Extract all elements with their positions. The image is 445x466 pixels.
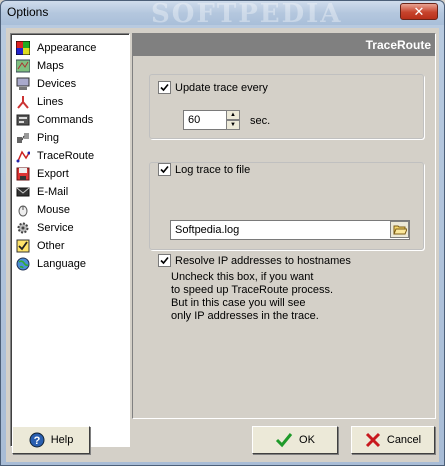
log-trace-checkbox[interactable]: Log trace to file — [158, 163, 250, 176]
checkmark-icon — [275, 432, 293, 448]
title-bar[interactable]: Options SOFTPEDIA ✕ — [1, 0, 444, 29]
ok-button[interactable]: OK — [252, 426, 338, 454]
nav-item-label: TraceRoute — [37, 150, 95, 162]
note-line: to speed up TraceRoute process. — [171, 284, 334, 296]
email-icon — [15, 184, 31, 200]
nav-item-lines[interactable]: Lines — [15, 93, 63, 111]
service-icon — [15, 220, 31, 236]
traceroute-icon — [15, 148, 31, 164]
nav-item-label: Commands — [37, 114, 94, 126]
checkmark-icon — [160, 256, 169, 265]
resolve-ip-checkbox[interactable]: Resolve IP addresses to hostnames — [158, 254, 351, 267]
nav-item-label: Ping — [37, 132, 60, 144]
log-file-path-input[interactable]: Softpedia.log — [170, 220, 410, 240]
dialog-client: Appearance Maps Devices Lines Commands P… — [6, 28, 439, 462]
nav-item-ping[interactable]: Ping — [15, 129, 59, 147]
nav-item-language[interactable]: Language — [15, 255, 86, 273]
note-line: But in this case you will see — [171, 297, 306, 309]
nav-item-appearance[interactable]: Appearance — [15, 39, 96, 57]
nav-item-service[interactable]: Service — [15, 219, 74, 237]
nav-item-email[interactable]: E-Mail — [15, 183, 68, 201]
close-icon: ✕ — [413, 4, 425, 19]
update-interval-stepper[interactable]: 60 ▲ ▼ — [183, 110, 243, 130]
nav-item-label: Other — [37, 240, 65, 252]
category-list[interactable]: Appearance Maps Devices Lines Commands P… — [10, 33, 130, 447]
nav-item-label: Maps — [37, 60, 64, 72]
language-icon — [15, 256, 31, 272]
folder-open-icon — [392, 225, 407, 234]
mouse-icon — [15, 202, 31, 218]
options-window: Options SOFTPEDIA ✕ Appearance Maps Devi… — [0, 0, 445, 466]
log-trace-label: Log trace to file — [175, 163, 251, 176]
update-interval-input[interactable]: 60 — [183, 110, 227, 130]
checkbox-box[interactable] — [158, 163, 171, 176]
appearance-icon — [15, 40, 31, 56]
other-icon — [15, 238, 31, 254]
watermark: SOFTPEDIA — [151, 0, 343, 29]
resolve-ip-note: Uncheck this box, if you want to speed u… — [171, 271, 333, 323]
checkbox-box[interactable] — [158, 81, 171, 94]
export-icon — [15, 166, 31, 182]
nav-item-mouse[interactable]: Mouse — [15, 201, 70, 219]
nav-item-label: Export — [37, 168, 69, 180]
nav-item-label: E-Mail — [37, 186, 69, 198]
nav-item-maps[interactable]: Maps — [15, 57, 64, 75]
resolve-ip-label: Resolve IP addresses to hostnames — [175, 254, 351, 267]
nav-item-label: Service — [37, 222, 74, 234]
ok-label: OK — [299, 434, 315, 446]
nav-item-export[interactable]: Export — [15, 165, 69, 183]
nav-item-devices[interactable]: Devices — [15, 75, 76, 93]
nav-item-other[interactable]: Other — [15, 237, 65, 255]
note-line: only IP addresses in the trace. — [171, 310, 319, 322]
ping-icon — [15, 130, 31, 146]
stepper-down-icon[interactable]: ▼ — [226, 120, 240, 130]
maps-icon — [15, 58, 31, 74]
close-button[interactable]: ✕ — [400, 3, 438, 20]
window-title: Options — [7, 5, 49, 19]
nav-item-label: Appearance — [37, 42, 97, 54]
nav-item-commands[interactable]: Commands — [15, 111, 93, 129]
devices-icon — [15, 76, 31, 92]
commands-icon — [15, 112, 31, 128]
stepper-buttons: ▲ ▼ — [226, 110, 240, 130]
nav-item-label: Mouse — [37, 204, 71, 216]
interval-unit: sec. — [250, 115, 271, 127]
update-trace-label: Update trace every — [175, 81, 268, 94]
panel-header: TraceRoute — [133, 34, 435, 56]
cancel-button[interactable]: Cancel — [351, 426, 435, 454]
lines-icon — [15, 94, 31, 110]
help-button[interactable]: ? Help — [12, 426, 90, 454]
cancel-x-icon — [365, 432, 381, 448]
update-trace-checkbox[interactable]: Update trace every — [158, 81, 268, 94]
nav-item-label: Language — [37, 258, 86, 270]
checkmark-icon — [160, 165, 169, 174]
browse-folder-button[interactable] — [390, 221, 409, 238]
nav-item-traceroute[interactable]: TraceRoute — [15, 147, 94, 165]
nav-item-label: Lines — [37, 96, 64, 108]
panel-title: TraceRoute — [365, 38, 431, 52]
help-label: Help — [50, 434, 74, 446]
note-line: Uncheck this box, if you want — [171, 271, 314, 283]
nav-item-label: Devices — [37, 78, 77, 90]
checkbox-box[interactable] — [158, 254, 171, 267]
stepper-up-icon[interactable]: ▲ — [226, 110, 240, 120]
cancel-label: Cancel — [386, 434, 422, 446]
checkmark-icon — [160, 83, 169, 92]
help-icon: ? — [29, 432, 45, 448]
svg-text:?: ? — [33, 435, 40, 447]
